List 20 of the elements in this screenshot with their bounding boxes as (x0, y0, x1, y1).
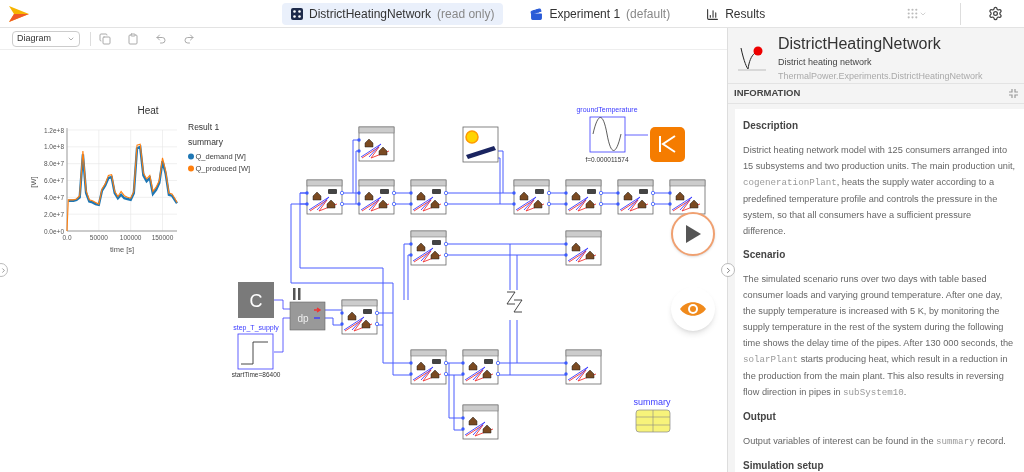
section-heading: Simulation setup (743, 459, 825, 472)
nav-tab[interactable]: Experiment 1 (default) (521, 3, 680, 25)
paragraph: Output variables of interest can be found in the summary record. (743, 435, 1007, 449)
section-header: INFORMATION (734, 86, 801, 101)
nav-tab[interactable]: DistrictHeatingNetwork (read only) (282, 3, 504, 25)
constant-block[interactable]: C (238, 282, 274, 318)
view-select[interactable]: Diagram (12, 30, 80, 47)
section-heading: Scenario (743, 248, 787, 262)
model-title: DistrictHeatingNetwork (778, 34, 942, 53)
chart-title: Heat (137, 105, 159, 116)
block-label: summary (633, 397, 671, 407)
nav-tab[interactable]: Results (697, 3, 775, 25)
legend-title: Result 1 (188, 122, 220, 132)
model-path: ThermalPower.Experiments.DistrictHeatingNetwork (778, 70, 983, 83)
model-subtitle: District heating network (778, 56, 873, 69)
section-heading: Description (743, 119, 799, 133)
legend-group: summary (188, 137, 223, 147)
paragraph: The simulated scenario runs over two days with table based consumer loads and varying ground temperature. After one day, the supply temperature is increased with 5 K, by monitoring the supply temperature in the rest of the system during the following time shows the delay time of the pipes. After 130 000 seconds, the solarPlant starts producing heat, which result in a reduction in the production from the main plant. This also results in reversing flow direction in pipes in subSystem10. (743, 273, 1015, 400)
section-heading: Output (743, 410, 777, 424)
paragraph: District heating network model with 125 consumers arranged into 15 subsystems and two production units. The main production unit, cogenerationPlant, heats the supply water according to a predefined temperature profile and controls the pressure in the system, so that all consumers have a sufficient pressure difference. (743, 144, 1016, 238)
